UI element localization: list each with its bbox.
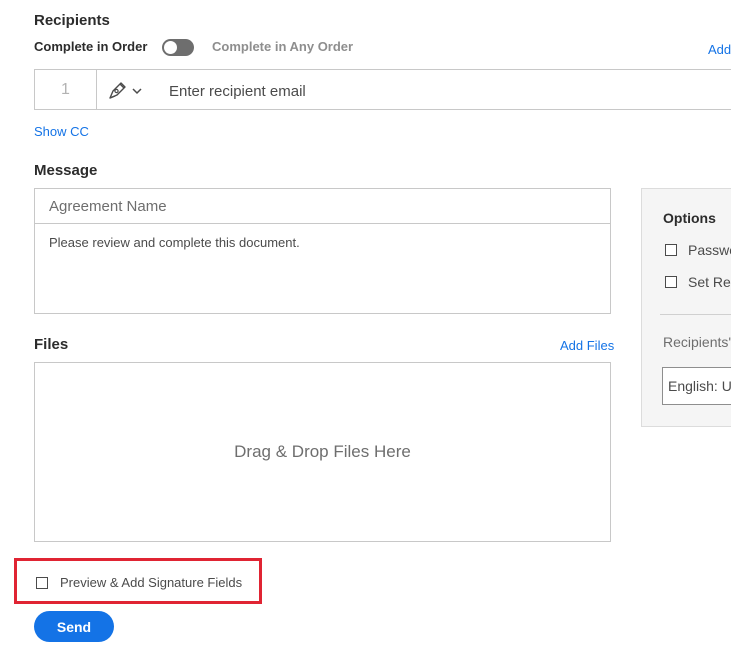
order-toggle-switch[interactable]	[162, 39, 194, 56]
recipients-title: Recipients	[34, 12, 110, 29]
recipient-email-input[interactable]	[167, 78, 691, 104]
agreement-name-input[interactable]	[35, 189, 610, 224]
add-recipient-link[interactable]: Add	[708, 42, 731, 57]
complete-in-order-label: Complete in Order	[34, 39, 148, 54]
language-select[interactable]: English: U	[662, 367, 731, 405]
recipient-row: 1	[34, 69, 731, 110]
set-reminder-checkbox[interactable]	[665, 276, 677, 288]
recipients-language-label: Recipients'	[663, 334, 731, 350]
option-set-reminder[interactable]: Set Rer	[665, 274, 731, 290]
preview-label: Preview & Add Signature Fields	[60, 575, 243, 590]
options-divider	[660, 314, 731, 315]
option-label: Set Rer	[688, 274, 731, 290]
complete-in-any-order-label: Complete in Any Order	[212, 39, 354, 54]
add-files-link[interactable]: Add Files	[560, 338, 614, 353]
drop-zone-text: Drag & Drop Files Here	[234, 442, 411, 461]
message-body-textarea[interactable]: Please review and complete this document…	[49, 235, 300, 250]
message-box: Please review and complete this document…	[34, 188, 611, 314]
options-panel: Options Passwo Set Rer Recipients' Engli…	[641, 188, 731, 427]
preview-option[interactable]: Preview & Add Signature Fields	[36, 575, 242, 590]
files-title: Files	[34, 336, 69, 353]
recipient-role-dropdown[interactable]	[105, 78, 149, 102]
option-label: Passwo	[688, 242, 731, 258]
option-password[interactable]: Passwo	[665, 242, 731, 258]
preview-checkbox[interactable]	[36, 576, 48, 589]
options-title: Options	[663, 210, 716, 226]
file-drop-zone[interactable]: Drag & Drop Files Here	[34, 362, 611, 542]
send-button[interactable]: Send	[34, 611, 114, 642]
show-cc-link[interactable]: Show CC	[34, 124, 89, 139]
password-checkbox[interactable]	[665, 244, 677, 256]
toggle-knob	[164, 41, 177, 54]
message-title: Message	[34, 162, 98, 179]
recipient-order-number: 1	[35, 70, 97, 109]
chevron-down-icon	[132, 88, 142, 95]
